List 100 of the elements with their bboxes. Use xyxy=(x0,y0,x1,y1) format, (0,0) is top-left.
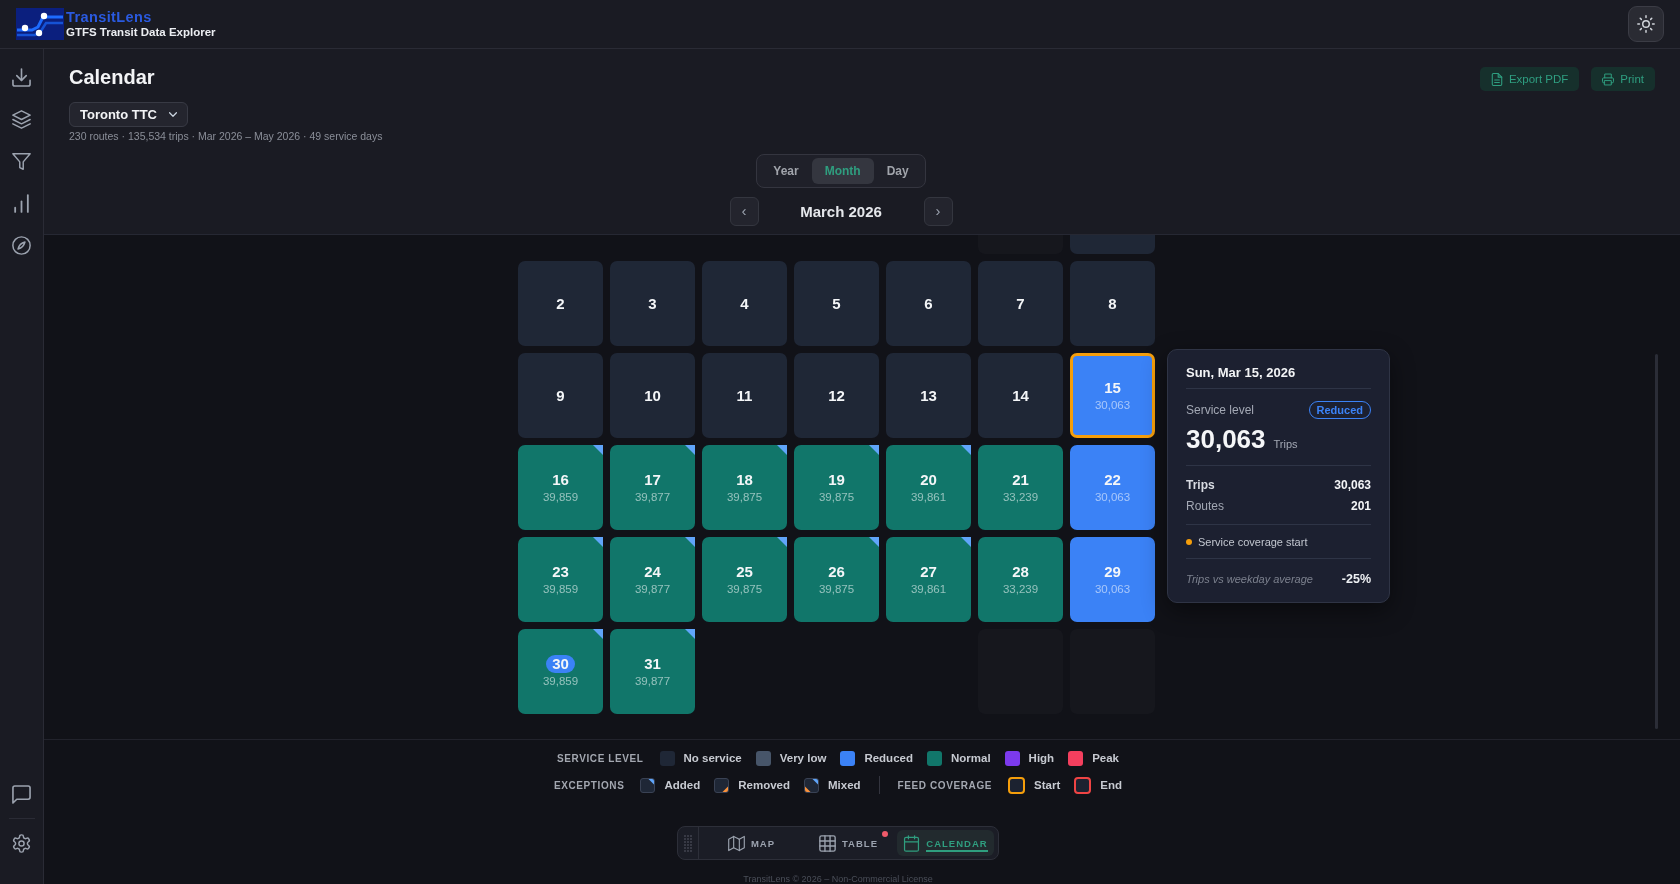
export-pdf-button[interactable]: Export PDF xyxy=(1479,67,1580,91)
day-cell[interactable]: 27 39,861 xyxy=(886,537,971,622)
trip-count: 39,859 xyxy=(542,582,579,596)
day-cell[interactable]: 23 39,859 xyxy=(518,537,603,622)
day-cell[interactable]: 28 33,239 xyxy=(978,537,1063,622)
day-cell[interactable]: 13 xyxy=(886,353,971,438)
day-cell[interactable]: 22 30,063 xyxy=(1070,445,1155,530)
swatch-icon xyxy=(640,777,656,793)
day-number: 4 xyxy=(740,294,749,313)
settings-icon xyxy=(12,833,31,853)
trip-count: 30,063 xyxy=(1094,490,1131,504)
day-number: 9 xyxy=(556,386,565,405)
feed-summary: 230 routes · 135,534 trips · Mar 2026 – May 2026 · 49 service days xyxy=(69,130,383,143)
drag-handle-icon[interactable] xyxy=(684,834,692,852)
day-cell[interactable]: 26 39,875 xyxy=(794,537,879,622)
feed-select[interactable]: Toronto TTC xyxy=(69,102,188,127)
day-cell[interactable]: 25 39,875 xyxy=(702,537,787,622)
day-cell[interactable]: 16 39,859 xyxy=(518,445,603,530)
stat-value: 30,063 xyxy=(1334,477,1371,494)
legend-label: End xyxy=(1100,779,1122,791)
month-label: March 2026 xyxy=(799,203,883,220)
day-number: 12 xyxy=(828,386,845,405)
day-cell[interactable]: 7 xyxy=(978,261,1063,346)
trip-count: 39,859 xyxy=(542,674,579,688)
day-cell[interactable]: 29 30,063 xyxy=(1070,537,1155,622)
legend-heading: EXCEPTIONS xyxy=(553,779,625,791)
day-cell[interactable]: 4 xyxy=(702,261,787,346)
view-tab[interactable]: Month xyxy=(811,158,874,184)
legend-label: Peak xyxy=(1092,752,1119,764)
day-cell[interactable]: 19 39,875 xyxy=(794,445,879,530)
day-number: 3 xyxy=(648,294,657,313)
day-number: 24 xyxy=(644,563,661,581)
day-number: 10 xyxy=(644,386,661,405)
app-subtitle: GTFS Transit Data Explorer xyxy=(66,24,216,39)
stat-label: Trips xyxy=(1186,477,1215,494)
swatch-icon xyxy=(714,777,730,793)
dock-tab[interactable]: MAP xyxy=(703,830,800,856)
status-dot-icon xyxy=(1186,539,1192,545)
page-title: Calendar xyxy=(69,65,155,89)
next-month-button[interactable]: › xyxy=(923,197,953,226)
legend-label: Very low xyxy=(779,752,827,764)
day-cell[interactable]: 21 33,239 xyxy=(978,445,1063,530)
day-number: 2 xyxy=(556,294,565,313)
trip-count: 30,063 xyxy=(1094,582,1131,596)
theme-toggle-button[interactable] xyxy=(1628,6,1664,42)
day-cell[interactable]: 20 39,861 xyxy=(886,445,971,530)
legend-label: Mixed xyxy=(828,779,861,791)
compass-icon xyxy=(12,235,31,255)
day-cell[interactable]: 8 xyxy=(1070,261,1155,346)
dock-tab[interactable]: TABLE xyxy=(800,830,897,856)
legend-heading: SERVICE LEVEL xyxy=(557,752,644,764)
app-name: TransitLens xyxy=(66,9,153,25)
day-cell[interactable]: 6 xyxy=(886,261,971,346)
day-cell[interactable]: 10 xyxy=(610,353,695,438)
trip-count: 39,877 xyxy=(634,490,671,504)
day-cell[interactable]: 31 39,877 xyxy=(610,629,695,714)
sun-icon xyxy=(1637,15,1655,33)
day-number: 31 xyxy=(644,655,661,673)
day-cell[interactable]: 3 xyxy=(610,261,695,346)
filter-icon xyxy=(12,151,31,171)
day-number: 23 xyxy=(552,563,569,581)
legend-label: Removed xyxy=(738,779,790,791)
view-tab[interactable]: Day xyxy=(873,158,922,184)
day-cell[interactable]: 12 xyxy=(794,353,879,438)
day-cell[interactable]: 9 xyxy=(518,353,603,438)
view-tab[interactable]: Year xyxy=(760,158,812,184)
print-button[interactable]: Print xyxy=(1591,67,1655,91)
day-cell[interactable]: 18 39,875 xyxy=(702,445,787,530)
legend-heading: FEED COVERAGE xyxy=(897,779,993,791)
day-cell[interactable]: 11 xyxy=(702,353,787,438)
day-cell[interactable]: 5 xyxy=(794,261,879,346)
chevron-down-icon xyxy=(169,112,177,117)
previous-month-button[interactable]: ‹ xyxy=(729,197,759,226)
day-number: 6 xyxy=(924,294,933,313)
day-cell[interactable]: 2 xyxy=(518,261,603,346)
trip-total: 30,063 xyxy=(1186,423,1266,455)
tooltip-date: Sun, Mar 15, 2026 xyxy=(1186,365,1297,381)
dock-tab[interactable]: CALENDAR xyxy=(897,830,994,856)
day-cell[interactable]: 24 39,877 xyxy=(610,537,695,622)
day-number: 20 xyxy=(920,471,937,489)
trip-count: 30,063 xyxy=(1094,398,1131,412)
trip-count: 39,875 xyxy=(818,582,855,596)
legend-label: Added xyxy=(664,779,701,791)
day-cell[interactable]: 15 30,063 xyxy=(1070,353,1155,438)
service-level-label: Service level xyxy=(1186,402,1255,417)
table-icon xyxy=(819,834,836,852)
day-cell[interactable]: 14 xyxy=(978,353,1063,438)
day-number: 16 xyxy=(552,471,569,489)
day-number: 27 xyxy=(920,563,937,581)
trip-count: 39,859 xyxy=(542,490,579,504)
day-cell[interactable]: 17 39,877 xyxy=(610,445,695,530)
legend-label: Normal xyxy=(950,752,991,764)
day-cell[interactable] xyxy=(1070,235,1155,254)
day-cell[interactable]: 30 39,859 xyxy=(518,629,603,714)
map-icon xyxy=(727,834,745,852)
document-icon xyxy=(1490,72,1503,86)
day-number: 21 xyxy=(1012,471,1029,489)
trip-count: 33,239 xyxy=(1002,490,1039,504)
day-number: 30 xyxy=(546,655,575,673)
trip-count: 39,875 xyxy=(818,490,855,504)
